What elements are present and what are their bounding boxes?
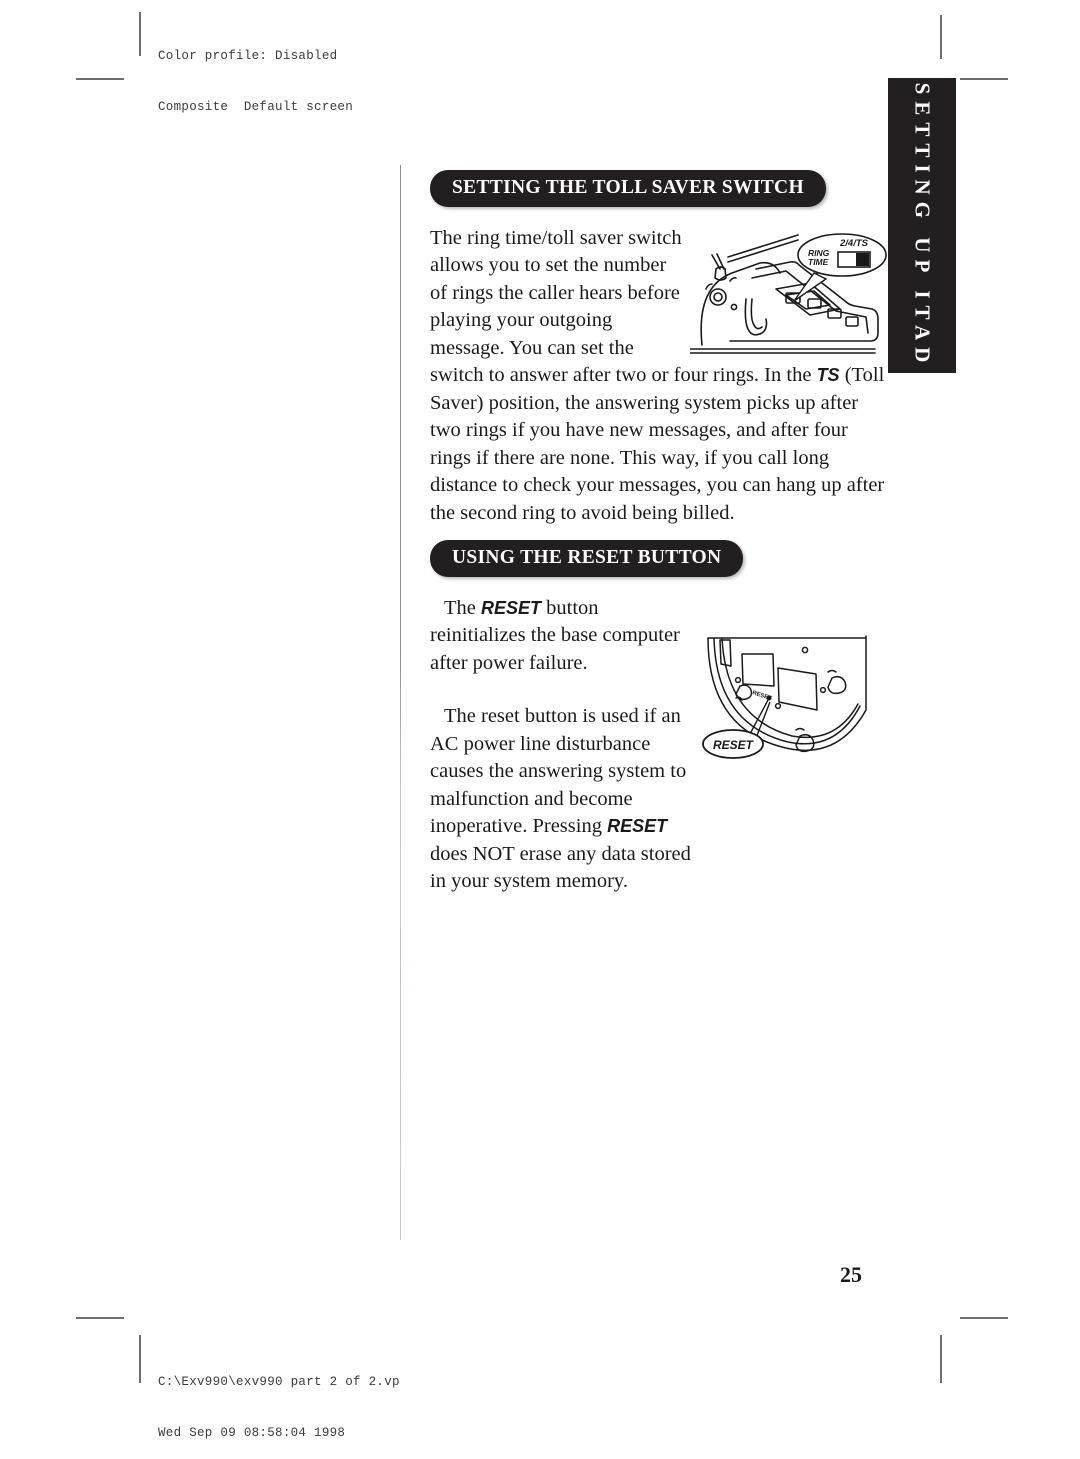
section-side-tab: SETTING UP ITAD	[888, 78, 956, 373]
callout-top-label: 2/4/TS	[839, 238, 869, 249]
section-toll-saver-body: 2/4/TS RING TIME The ring time/toll save…	[430, 225, 890, 528]
callout-ring-time: 2/4/TS RING TIME	[793, 232, 887, 302]
crop-mark-top-right	[960, 78, 1008, 80]
svg-text:TIME: TIME	[808, 257, 829, 267]
side-tab-label: SETTING UP ITAD	[910, 82, 935, 369]
paragraph-reset-1: The RESET button reinitializes the base …	[430, 595, 692, 678]
crop-mark-top-left-v	[139, 12, 141, 56]
paragraph-reset-2: The reset button is used if an AC power …	[430, 703, 692, 896]
crop-mark-bottom-left	[76, 1317, 124, 1319]
section-heading-toll-saver: SETTING THE TOLL SAVER SWITCH	[430, 170, 826, 207]
illustration-reset-wrapper: RESET RESET	[700, 628, 890, 783]
printer-footer-note: C:\Exv990\exv990 part 2 of 2.vp Wed Sep …	[158, 1340, 400, 1459]
printer-header-note: Color profile: Disabled Composite Defaul…	[158, 14, 353, 133]
paragraph-toll-saver-1-part-2: (Toll Saver) position, the answering sys…	[430, 364, 885, 524]
illustration-toll-saver-float: 2/4/TS RING TIME	[689, 229, 890, 357]
illustration-toll-saver: 2/4/TS RING TIME	[689, 232, 887, 354]
crop-mark-bottom-right	[960, 1317, 1008, 1319]
crop-mark-top-right-v	[940, 15, 942, 59]
paragraph-toll-saver-1-keyword: TS	[816, 365, 840, 385]
crop-mark-top-left	[76, 78, 124, 80]
page-number: 25	[840, 1262, 862, 1287]
section-reset-body: The RESET button reinitializes the base …	[430, 595, 692, 896]
paragraph-reset-1-part-1: The	[444, 596, 481, 619]
section-toll-saver: SETTING THE TOLL SAVER SWITCH 2/4/TS RIN…	[430, 170, 890, 527]
crop-mark-bottom-left-v	[139, 1335, 141, 1383]
callout-reset-label: RESET	[713, 738, 755, 752]
crop-mark-bottom-right-v	[940, 1335, 942, 1383]
paragraph-reset-1-keyword: RESET	[481, 597, 542, 618]
column-divider-rule	[400, 165, 401, 1240]
base-reset-silkscreen-label: RESET	[751, 690, 772, 702]
paragraph-reset-2-part-2: does NOT erase any data stored in your s…	[430, 842, 691, 893]
printer-footer-line-2: Wed Sep 09 08:58:04 1998	[158, 1426, 346, 1440]
paragraph-reset-2-keyword: RESET	[607, 816, 668, 836]
illustration-reset-base: RESET RESET	[702, 635, 867, 759]
printer-footer-line-1: C:\Exv990\exv990 part 2 of 2.vp	[158, 1375, 400, 1389]
printer-header-line-2: Composite Default screen	[158, 100, 354, 114]
printer-header-line-1: Color profile: Disabled	[158, 49, 338, 63]
section-heading-reset-button: USING THE RESET BUTTON	[430, 540, 744, 577]
